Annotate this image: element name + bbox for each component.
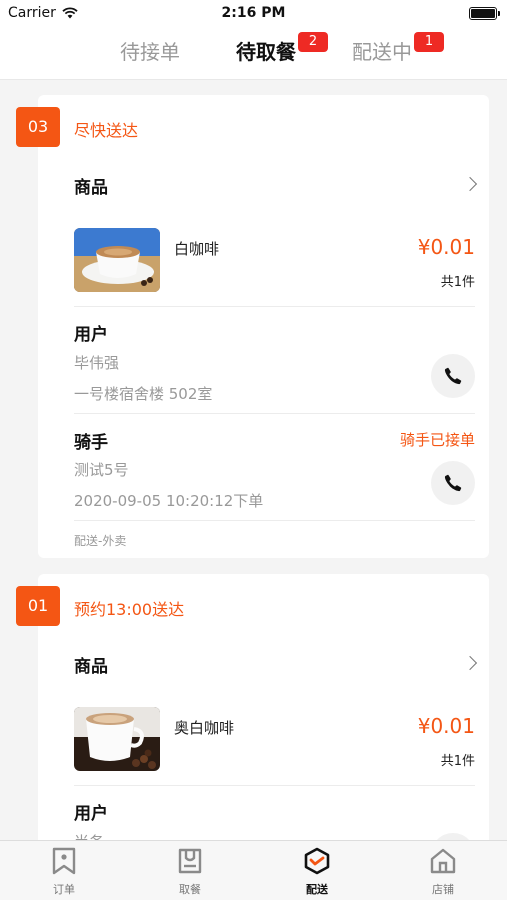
bookmark-icon (52, 847, 76, 875)
product-price: ¥0.01 (417, 235, 475, 259)
tab-pending-pickup[interactable]: 待取餐 2 (236, 32, 328, 69)
tab-delivering[interactable]: 配送中 1 (352, 32, 444, 65)
product-name: 白咖啡 (174, 240, 220, 258)
user-section-title: 用户 (74, 804, 108, 824)
status-bar: Carrier 2:16 PM (0, 0, 507, 28)
delivery-hexagon-icon (304, 847, 330, 875)
order-number-badge: 01 (16, 586, 60, 626)
tabbar-label: 配送 (306, 883, 328, 896)
chevron-right-icon[interactable] (462, 655, 478, 671)
tab-label: 配送中 (352, 40, 412, 64)
pickup-bag-icon (178, 848, 202, 874)
divider (74, 413, 475, 414)
order-status-tabs: 待接单 待取餐 2 配送中 1 (0, 28, 507, 80)
product-quantity: 共1件 (440, 754, 475, 769)
product-image (74, 228, 160, 292)
order-list[interactable]: 03 尽快送达 商品 白咖啡 ¥0.01 共1件 用户 毕伟强 一号楼宿舍楼 5… (0, 80, 507, 840)
product-image (74, 707, 160, 771)
tabbar-item-delivery[interactable]: 配送 (277, 847, 357, 897)
order-card[interactable]: 01 预约13:00送达 商品 奥白咖啡 ¥0.01 共1件 用户 尚务 (16, 574, 489, 840)
rider-name: 测试5号 (74, 461, 129, 479)
tab-label: 待取餐 (236, 40, 296, 64)
tabbar-label: 订单 (53, 883, 75, 896)
chevron-right-icon[interactable] (462, 176, 478, 192)
goods-section-title: 商品 (74, 657, 108, 677)
phone-icon (444, 367, 462, 385)
goods-section-title: 商品 (74, 178, 108, 198)
delivery-time: 尽快送达 (74, 121, 139, 140)
battery-icon (469, 7, 500, 20)
order-number-badge: 03 (16, 107, 60, 147)
status-time: 2:16 PM (221, 5, 286, 21)
product-quantity: 共1件 (440, 275, 475, 290)
call-rider-button[interactable] (431, 461, 475, 505)
delivery-time: 预约13:00送达 (74, 600, 185, 619)
order-card[interactable]: 03 尽快送达 商品 白咖啡 ¥0.01 共1件 用户 毕伟强 一号楼宿舍楼 5… (16, 95, 489, 558)
divider (74, 306, 475, 307)
bottom-tab-bar: 订单 取餐 配送 店铺 (0, 840, 507, 900)
divider (74, 785, 475, 786)
user-name: 毕伟强 (74, 354, 120, 372)
user-name: 尚务 (74, 831, 104, 840)
tabbar-item-store[interactable]: 店铺 (403, 847, 483, 897)
product-name: 奥白咖啡 (174, 719, 235, 737)
phone-icon (444, 474, 462, 492)
call-user-button[interactable] (431, 833, 475, 840)
divider (74, 520, 475, 521)
store-house-icon (430, 848, 456, 874)
rider-status: 骑手已接单 (399, 431, 475, 449)
user-address: 一号楼宿舍楼 502室 (74, 385, 213, 403)
tab-badge: 1 (414, 32, 444, 52)
tabbar-label: 取餐 (179, 883, 201, 896)
tabbar-item-pickup[interactable]: 取餐 (150, 847, 230, 897)
tab-badge: 2 (298, 32, 328, 52)
order-time: 2020-09-05 10:20:12下单 (74, 492, 264, 510)
product-price: ¥0.01 (417, 714, 475, 738)
tabbar-label: 店铺 (432, 883, 454, 896)
delivery-type: 配送-外卖 (74, 534, 127, 548)
rider-section-title: 骑手 (74, 433, 108, 453)
tab-label: 待接单 (120, 40, 180, 64)
user-section-title: 用户 (74, 325, 108, 345)
tabbar-item-orders[interactable]: 订单 (24, 847, 104, 897)
call-user-button[interactable] (431, 354, 475, 398)
tab-pending-accept[interactable]: 待接单 (120, 36, 180, 65)
